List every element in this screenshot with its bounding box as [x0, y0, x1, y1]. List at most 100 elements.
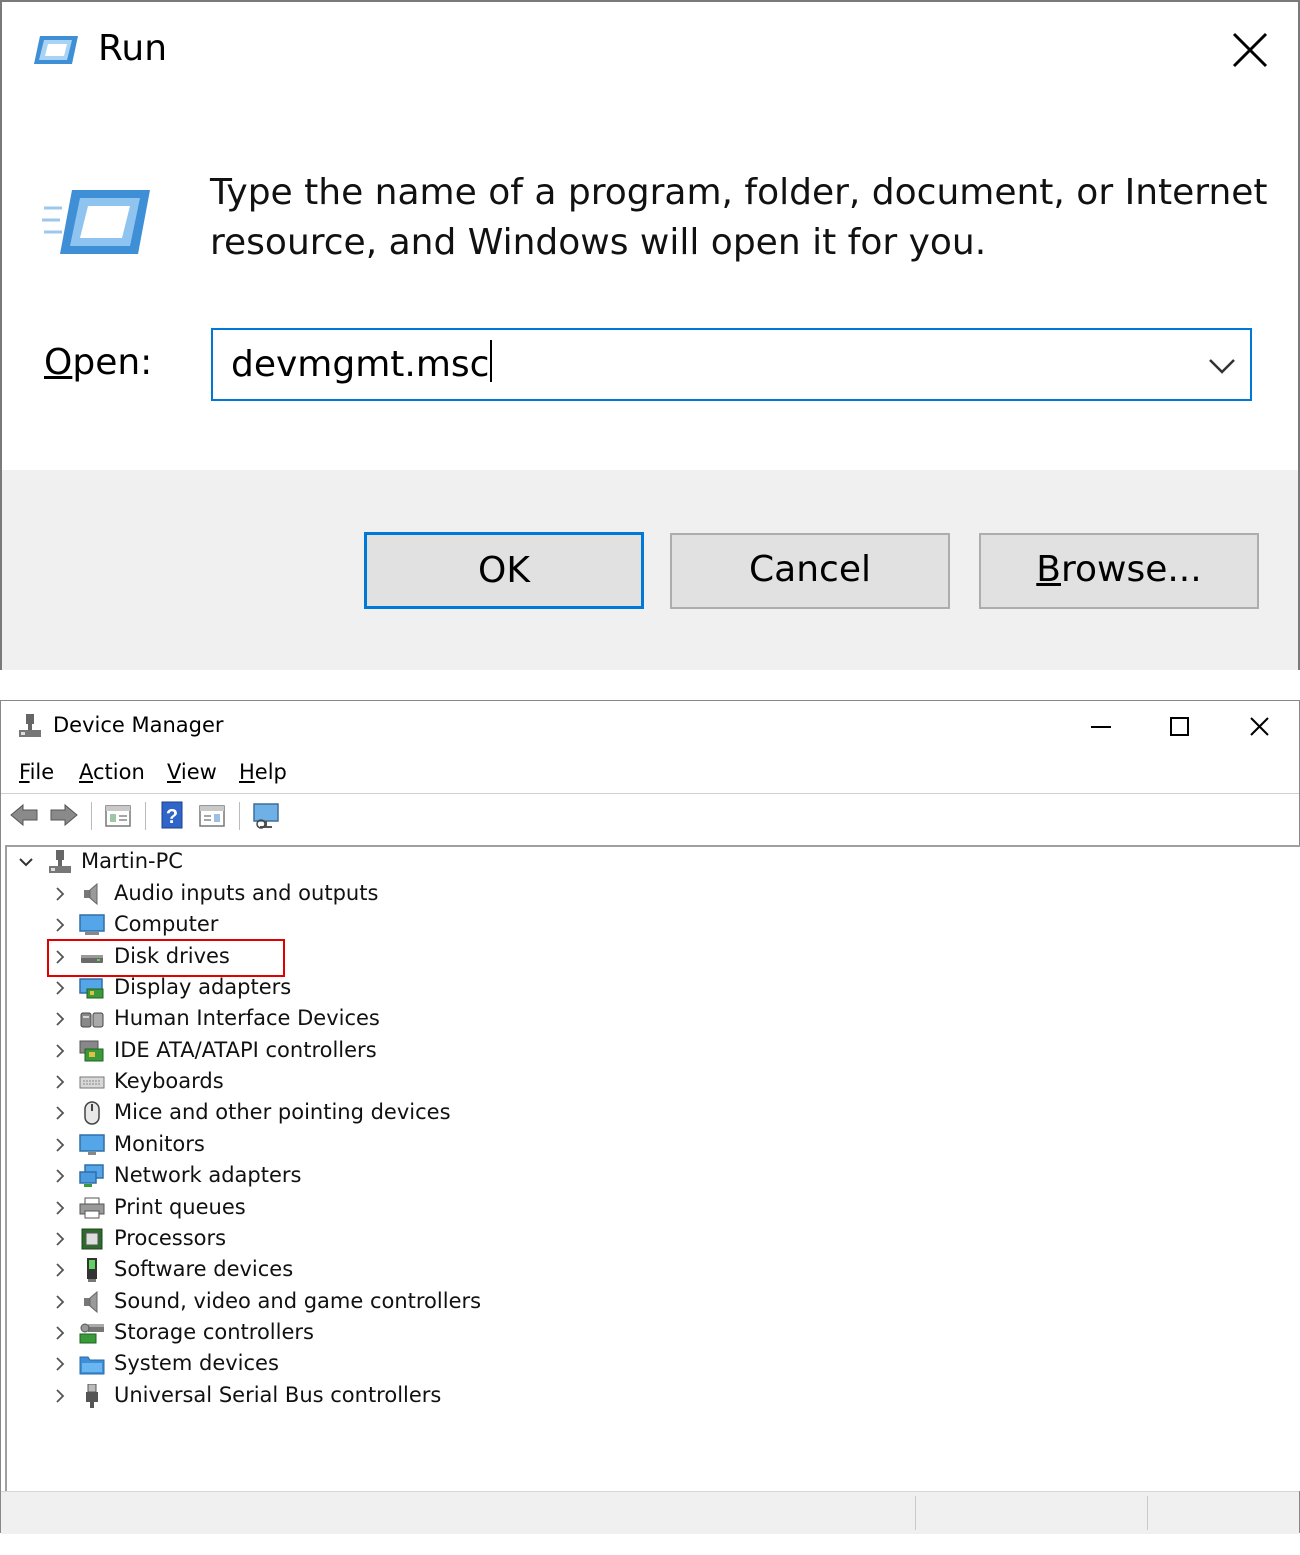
- open-input[interactable]: devmgmt.msc: [231, 340, 493, 390]
- tree-item-keyboards[interactable]: Keyboards: [7, 1067, 607, 1097]
- run-title: Run: [98, 28, 168, 69]
- chevron-right-icon[interactable]: [51, 979, 69, 997]
- tree-root[interactable]: Martin-PC: [7, 847, 407, 877]
- tree-item-label: Software devices: [114, 1257, 294, 1281]
- menu-file[interactable]: File: [19, 760, 54, 784]
- device-manager-window: Device Manager File Action View Help ? M…: [0, 700, 1300, 1534]
- tree-item-print-queues[interactable]: Print queues: [7, 1193, 607, 1223]
- text-caret: [490, 340, 493, 382]
- chevron-right-icon[interactable]: [51, 1073, 69, 1091]
- back-arrow-icon[interactable]: [9, 800, 39, 830]
- chevron-right-icon[interactable]: [51, 1199, 69, 1217]
- menu-view[interactable]: View: [167, 760, 217, 784]
- run-program-icon: [42, 190, 150, 254]
- speaker-icon: [84, 1290, 98, 1314]
- tree-item-system-devices[interactable]: System devices: [7, 1349, 607, 1379]
- tree-item-audio-inputs-and-outputs[interactable]: Audio inputs and outputs: [7, 879, 607, 909]
- open-label: Open:: [44, 342, 152, 383]
- disk-drive-icon: [81, 955, 103, 963]
- forward-arrow-icon[interactable]: [49, 800, 79, 830]
- menu-help[interactable]: Help: [239, 760, 287, 784]
- chevron-right-icon[interactable]: [51, 1324, 69, 1342]
- cancel-button[interactable]: Cancel: [670, 533, 950, 609]
- ide-controller-icon: [79, 1040, 104, 1062]
- tree-item-disk-drives[interactable]: Disk drives: [7, 942, 607, 972]
- toolbar-separator: [145, 802, 146, 830]
- tree-item-storage-controllers[interactable]: Storage controllers: [7, 1318, 607, 1348]
- tree-item-sound-video-and-game-controllers[interactable]: Sound, video and game controllers: [7, 1287, 607, 1317]
- chevron-down-icon[interactable]: [1204, 348, 1240, 384]
- dm-title: Device Manager: [53, 713, 224, 737]
- tree-item-label: Audio inputs and outputs: [114, 881, 379, 905]
- chevron-right-icon[interactable]: [51, 885, 69, 903]
- computer-icon: [79, 914, 105, 935]
- ok-button[interactable]: OK: [364, 532, 644, 609]
- processor-icon: [81, 1228, 103, 1250]
- tree-item-display-adapters[interactable]: Display adapters: [7, 973, 607, 1003]
- mouse-icon: [84, 1101, 100, 1125]
- chevron-right-icon[interactable]: [51, 948, 69, 966]
- menu-mnemonic: H: [239, 760, 255, 784]
- tree-item-label: Network adapters: [114, 1163, 302, 1187]
- monitor-icon: [79, 1134, 105, 1155]
- toolbar: ?: [1, 793, 1299, 836]
- close-icon[interactable]: [1220, 22, 1280, 78]
- minimize-icon[interactable]: [1071, 707, 1131, 747]
- chevron-right-icon[interactable]: [51, 1387, 69, 1405]
- menu-label: iew: [180, 760, 217, 784]
- chevron-down-icon[interactable]: [17, 853, 35, 871]
- properties-icon[interactable]: [103, 800, 133, 830]
- run-dialog: Run Type the name of a program, folder, …: [0, 0, 1300, 670]
- chevron-right-icon[interactable]: [51, 916, 69, 934]
- tree-item-label: Sound, video and game controllers: [114, 1289, 482, 1313]
- tree-item-label: Human Interface Devices: [114, 1006, 380, 1030]
- monitor-scan-icon[interactable]: [251, 800, 281, 830]
- open-label-rest: pen:: [72, 342, 153, 383]
- browse-button[interactable]: Browse...: [979, 533, 1259, 609]
- chevron-right-icon[interactable]: [51, 1042, 69, 1060]
- run-icon: [34, 36, 78, 64]
- tree-item-monitors[interactable]: Monitors: [7, 1130, 607, 1160]
- tree-item-human-interface-devices[interactable]: Human Interface Devices: [7, 1004, 607, 1034]
- device-manager-icon: [19, 714, 41, 737]
- view-icon[interactable]: [197, 800, 227, 830]
- tree-item-ide-ata-atapi-controllers[interactable]: IDE ATA/ATAPI controllers: [7, 1036, 607, 1066]
- chevron-right-icon[interactable]: [51, 1355, 69, 1373]
- tree-item-label: Print queues: [114, 1195, 246, 1219]
- tree-item-computer[interactable]: Computer: [7, 910, 607, 940]
- toolbar-separator: [91, 802, 92, 830]
- help-icon[interactable]: ?: [157, 800, 187, 830]
- chevron-right-icon[interactable]: [51, 1293, 69, 1311]
- tree-item-label: IDE ATA/ATAPI controllers: [114, 1038, 377, 1062]
- maximize-icon[interactable]: [1149, 707, 1209, 747]
- usb-icon: [86, 1384, 98, 1408]
- menu-mnemonic: V: [167, 760, 181, 784]
- open-combobox[interactable]: devmgmt.msc: [211, 328, 1252, 401]
- tree-item-label: Disk drives: [114, 944, 230, 968]
- chevron-right-icon[interactable]: [51, 1136, 69, 1154]
- tree-item-universal-serial-bus-controllers[interactable]: Universal Serial Bus controllers: [7, 1381, 607, 1411]
- tree-item-label: Monitors: [114, 1132, 205, 1156]
- speaker-icon: [84, 882, 98, 906]
- tree-item-mice-and-other-pointing-devices[interactable]: Mice and other pointing devices: [7, 1098, 607, 1128]
- statusbar: [1, 1491, 1299, 1534]
- tree-item-processors[interactable]: Processors: [7, 1224, 607, 1254]
- tree-item-software-devices[interactable]: Software devices: [7, 1255, 607, 1285]
- chevron-right-icon[interactable]: [51, 1261, 69, 1279]
- computer-root-icon: [49, 850, 71, 873]
- chevron-right-icon[interactable]: [51, 1104, 69, 1122]
- menubar: File Action View Help: [1, 756, 1299, 792]
- chevron-right-icon[interactable]: [51, 1010, 69, 1028]
- tree-item-network-adapters[interactable]: Network adapters: [7, 1161, 607, 1191]
- hid-icon: [80, 1012, 104, 1028]
- close-icon[interactable]: [1229, 707, 1289, 747]
- tree-item-label: Storage controllers: [114, 1320, 314, 1344]
- menu-action[interactable]: Action: [79, 760, 145, 784]
- chevron-right-icon[interactable]: [51, 1167, 69, 1185]
- network-adapter-icon: [79, 1164, 104, 1187]
- menu-label: ction: [93, 760, 145, 784]
- tree-item-label: Keyboards: [114, 1069, 224, 1093]
- chevron-right-icon[interactable]: [51, 1230, 69, 1248]
- tree-root-label: Martin-PC: [81, 849, 183, 873]
- status-separator: [915, 1496, 916, 1530]
